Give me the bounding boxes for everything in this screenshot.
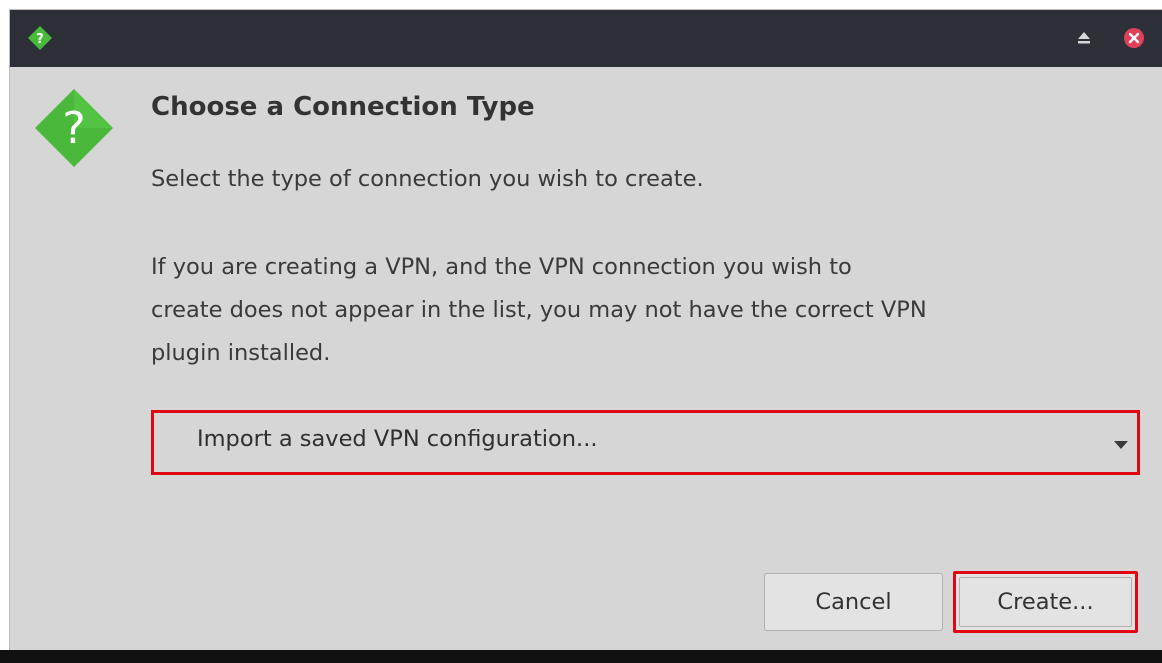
svg-text:?: ? [62,103,85,154]
create-button-label: Create... [997,589,1094,615]
titlebar[interactable]: ? [10,10,1162,67]
create-button[interactable]: Create... [953,571,1138,633]
screen: ? ? Choose a Connection Type Select the … [0,0,1162,663]
maximize-icon[interactable] [1074,28,1094,48]
chevron-down-icon [1114,441,1128,449]
question-diamond-icon: ? [28,26,52,50]
svg-text:?: ? [36,32,44,47]
dialog-subheading: Select the type of connection you wish t… [151,166,704,192]
close-icon[interactable] [1123,27,1145,49]
connection-type-dropdown[interactable]: Import a saved VPN configuration... [151,410,1140,475]
dialog-heading: Choose a Connection Type [151,92,535,122]
cancel-button[interactable]: Cancel [764,573,943,631]
dialog-body-text: If you are creating a VPN, and the VPN c… [151,254,927,366]
question-diamond-icon: ? [35,89,113,167]
connection-type-selected: Import a saved VPN configuration... [197,426,598,452]
dialog-window: ? ? Choose a Connection Type Select the … [10,10,1162,650]
desktop-background-strip [0,650,1162,663]
